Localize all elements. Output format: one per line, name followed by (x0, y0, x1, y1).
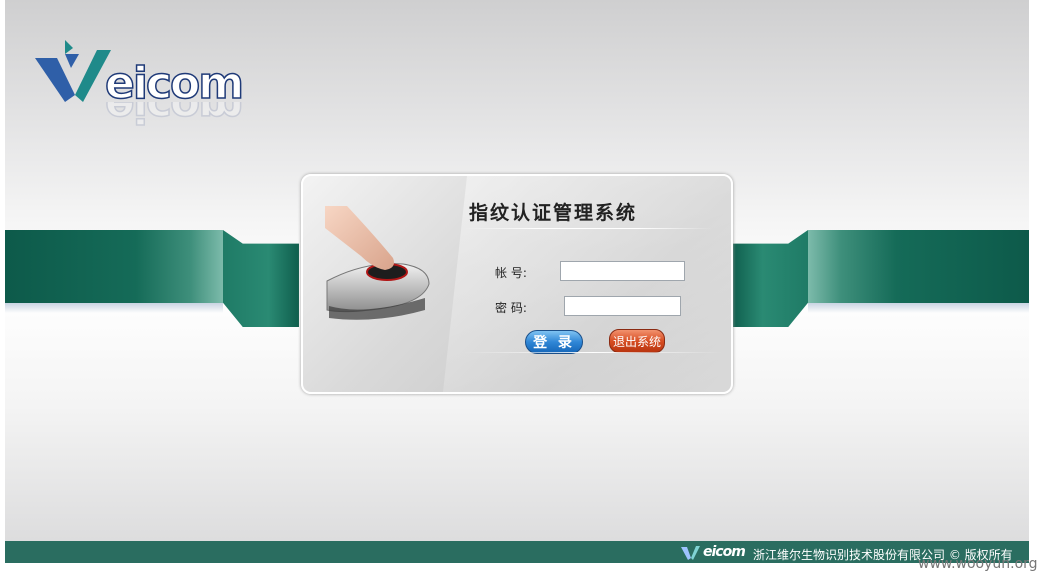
logo-v-icon (35, 40, 111, 102)
login-panel: 指纹认证管理系统 帐 号: 密 码: 登 录 退出系统 (301, 174, 733, 394)
green-band-left-fold (223, 230, 299, 327)
page-background: eicom eicom 指纹认证管理系统 帐 号: 密 码: 登 录 退出系统 … (5, 0, 1029, 563)
password-input[interactable] (564, 296, 681, 316)
watermark-text: www.wooyun.org (918, 556, 1038, 572)
button-row-highlight (463, 352, 723, 353)
title-divider (463, 228, 713, 229)
account-label: 帐 号: (495, 266, 527, 280)
band-shadow-right (808, 303, 1029, 313)
footer-logo-v-icon (681, 546, 700, 560)
account-input[interactable] (560, 261, 685, 281)
password-label: 密 码: (495, 301, 527, 315)
footer-logo: eicom (681, 543, 746, 561)
logo-reflection: eicom (105, 102, 243, 132)
login-button[interactable]: 登 录 (525, 330, 583, 354)
footer-bar: eicom 浙江维尔生物识别技术股份有限公司 © 版权所有 (5, 541, 1029, 563)
exit-system-button[interactable]: 退出系统 (609, 329, 665, 353)
system-title: 指纹认证管理系统 (469, 202, 638, 224)
green-band-right-fold (732, 230, 808, 327)
green-band-left (5, 230, 223, 303)
company-logo: eicom eicom (35, 40, 245, 132)
footer-logo-text: eicom (703, 544, 746, 560)
fingerprint-scanner-image (325, 206, 430, 320)
band-shadow-left (5, 303, 223, 313)
green-band-right (808, 230, 1029, 303)
